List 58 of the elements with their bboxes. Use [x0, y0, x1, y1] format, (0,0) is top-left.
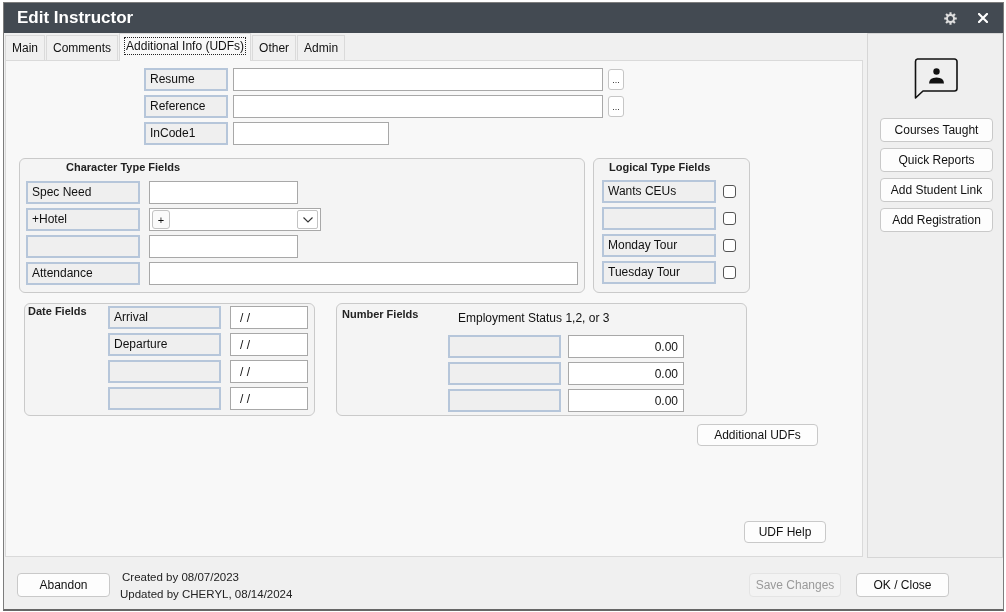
abandon-button[interactable]: Abandon [17, 573, 110, 597]
date-field[interactable]: / / [230, 360, 308, 383]
field-label: Wants CEUs [602, 180, 716, 203]
field-label: Departure [108, 333, 221, 356]
date-field[interactable]: / / [230, 387, 308, 410]
tab[interactable]: Comments [46, 35, 119, 60]
sidebar-button[interactable]: Courses Taught [880, 118, 993, 142]
settings-icon[interactable] [944, 11, 957, 25]
group-title: Number Fields [342, 308, 419, 320]
tab[interactable]: Additional Info (UDFs) [119, 33, 252, 61]
person-speech-bubble-icon [914, 58, 958, 99]
combo-box[interactable]: + [149, 208, 321, 231]
field-label: InCode1 [144, 122, 228, 145]
created-by-text: Created by 08/07/2023 [122, 570, 240, 585]
text-field[interactable] [233, 68, 603, 91]
browse-button[interactable]: ... [608, 69, 624, 90]
field-label: +Hotel [26, 208, 140, 231]
number-field[interactable]: 0.00 [568, 389, 684, 412]
group-title: Date Fields [28, 305, 87, 317]
number-field[interactable]: 0.00 [568, 362, 684, 385]
checkbox[interactable] [723, 185, 736, 198]
sidebar-button[interactable]: Add Registration [880, 208, 993, 232]
group-title: Character Type Fields [66, 160, 182, 174]
field-label: Attendance [26, 262, 140, 285]
date-field[interactable]: / / [230, 333, 308, 356]
sidebar-button[interactable]: Add Student Link [880, 178, 993, 202]
date-field[interactable]: / / [230, 306, 308, 329]
checkbox[interactable] [723, 239, 736, 252]
tab[interactable]: Other [252, 35, 297, 60]
text-field[interactable] [149, 235, 298, 258]
field-label: Resume [144, 68, 228, 91]
sidebar-button[interactable]: Quick Reports [880, 148, 993, 172]
column-heading: Employment Status 1,2, or 3 [458, 311, 610, 325]
tab[interactable]: Admin [297, 35, 346, 60]
text-field[interactable] [149, 181, 298, 204]
field-label: Reference [144, 95, 228, 118]
tab[interactable]: Main [5, 35, 45, 60]
updated-by-text: Updated by CHERYL, 08/14/2024 [120, 587, 293, 602]
additional-udfs-button[interactable]: Additional UDFs [697, 424, 818, 446]
number-field[interactable]: 0.00 [568, 335, 684, 358]
caret-icon [302, 216, 313, 223]
field-label: Spec Need [26, 181, 140, 204]
dropdown-button[interactable] [297, 210, 318, 229]
text-field[interactable] [233, 122, 389, 145]
checkbox[interactable] [723, 212, 736, 225]
text-field[interactable] [233, 95, 603, 118]
field-label: Monday Tour [602, 234, 716, 257]
group-title: Logical Type Fields [609, 160, 712, 174]
close-icon[interactable] [978, 13, 988, 23]
field-label: Tuesday Tour [602, 261, 716, 284]
field-label: Arrival [108, 306, 221, 329]
checkbox[interactable] [723, 266, 736, 279]
window-title: Edit Instructor [17, 8, 134, 28]
ok-close-button[interactable]: OK / Close [856, 573, 949, 597]
add-button[interactable]: + [152, 210, 170, 229]
udf-help-button[interactable]: UDF Help [744, 521, 826, 543]
browse-button[interactable]: ... [608, 96, 624, 117]
text-field[interactable] [149, 262, 578, 285]
